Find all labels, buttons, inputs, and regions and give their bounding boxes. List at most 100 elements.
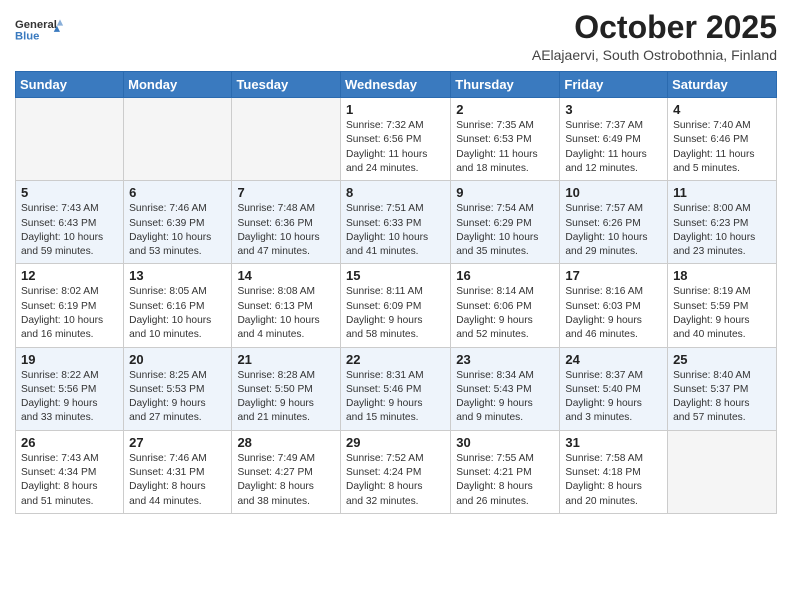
day-number: 7 — [237, 185, 335, 200]
day-number: 26 — [21, 435, 118, 450]
col-monday: Monday — [124, 72, 232, 98]
table-row: 19Sunrise: 8:22 AMSunset: 5:56 PMDayligh… — [16, 347, 124, 430]
logo-svg: General Blue — [15, 10, 65, 50]
day-info: Sunrise: 8:05 AMSunset: 6:16 PMDaylight:… — [129, 285, 226, 342]
table-row: 3Sunrise: 7:37 AMSunset: 6:49 PMDaylight… — [560, 98, 668, 181]
day-number: 1 — [346, 102, 445, 117]
table-row: 22Sunrise: 8:31 AMSunset: 5:46 PMDayligh… — [341, 347, 451, 430]
day-info: Sunrise: 8:31 AMSunset: 5:46 PMDaylight:… — [346, 369, 445, 426]
day-number: 8 — [346, 185, 445, 200]
calendar-week-row: 12 Sunrise: 8:02 AMSunset: 6:19 PMDayligh… — [16, 264, 777, 347]
day-info: Sunrise: 7:37 AMSunset: 6:49 PMDaylight:… — [565, 119, 662, 176]
day-number: 31 — [565, 435, 662, 450]
table-row: 17 Sunrise: 8:16 AMSunset: 6:03 PMDayligh… — [560, 264, 668, 347]
day-number: 23 — [456, 352, 554, 367]
title-area: October 2025 AElajaervi, South Ostroboth… — [532, 10, 777, 63]
table-row: 12 Sunrise: 8:02 AMSunset: 6:19 PMDayligh… — [16, 264, 124, 347]
day-info: Sunrise: 7:40 AMSunset: 6:46 PMDaylight:… — [673, 119, 771, 176]
day-info: Sunrise: 7:43 AMSunset: 4:34 PMDaylight:… — [21, 452, 118, 509]
day-info: Sunrise: 7:52 AMSunset: 4:24 PMDaylight:… — [346, 452, 445, 509]
day-number: 18 — [673, 268, 771, 283]
day-number: 17 — [565, 268, 662, 283]
day-number: 20 — [129, 352, 226, 367]
table-row: 16 Sunrise: 8:14 AMSunset: 6:06 PMDayligh… — [451, 264, 560, 347]
day-info: Sunrise: 7:54 AMSunset: 6:29 PMDaylight:… — [456, 202, 554, 259]
calendar-table: Sunday Monday Tuesday Wednesday Thursday… — [15, 71, 777, 514]
calendar-week-row: 26 Sunrise: 7:43 AMSunset: 4:34 PMDayligh… — [16, 430, 777, 513]
day-info: Sunrise: 7:57 AMSunset: 6:26 PMDaylight:… — [565, 202, 662, 259]
day-number: 5 — [21, 185, 118, 200]
table-row: 6 Sunrise: 7:46 AMSunset: 6:39 PMDaylight… — [124, 181, 232, 264]
day-info: Sunrise: 7:49 AMSunset: 4:27 PMDaylight:… — [237, 452, 335, 509]
month-title: October 2025 — [532, 10, 777, 45]
calendar-week-row: 19Sunrise: 8:22 AMSunset: 5:56 PMDayligh… — [16, 347, 777, 430]
col-tuesday: Tuesday — [232, 72, 341, 98]
table-row: 8 Sunrise: 7:51 AMSunset: 6:33 PMDaylight… — [341, 181, 451, 264]
table-row: 26 Sunrise: 7:43 AMSunset: 4:34 PMDayligh… — [16, 430, 124, 513]
table-row: 28 Sunrise: 7:49 AMSunset: 4:27 PMDayligh… — [232, 430, 341, 513]
subtitle: AElajaervi, South Ostrobothnia, Finland — [532, 47, 777, 63]
day-info: Sunrise: 7:35 AMSunset: 6:53 PMDaylight:… — [456, 119, 554, 176]
col-thursday: Thursday — [451, 72, 560, 98]
svg-text:General: General — [15, 19, 57, 31]
day-info: Sunrise: 8:00 AMSunset: 6:23 PMDaylight:… — [673, 202, 771, 259]
header: General Blue October 2025 AElajaervi, So… — [15, 10, 777, 63]
day-info: Sunrise: 7:43 AMSunset: 6:43 PMDaylight:… — [21, 202, 118, 259]
day-info: Sunrise: 8:40 AMSunset: 5:37 PMDaylight:… — [673, 369, 771, 426]
table-row: 25 Sunrise: 8:40 AMSunset: 5:37 PMDayligh… — [668, 347, 777, 430]
day-info: Sunrise: 7:48 AMSunset: 6:36 PMDaylight:… — [237, 202, 335, 259]
day-number: 2 — [456, 102, 554, 117]
col-sunday: Sunday — [16, 72, 124, 98]
col-wednesday: Wednesday — [341, 72, 451, 98]
table-row: 24Sunrise: 8:37 AMSunset: 5:40 PMDayligh… — [560, 347, 668, 430]
day-number: 6 — [129, 185, 226, 200]
day-number: 25 — [673, 352, 771, 367]
table-row: 21Sunrise: 8:28 AMSunset: 5:50 PMDayligh… — [232, 347, 341, 430]
day-info: Sunrise: 8:16 AMSunset: 6:03 PMDaylight:… — [565, 285, 662, 342]
day-number: 13 — [129, 268, 226, 283]
table-row — [232, 98, 341, 181]
day-info: Sunrise: 8:25 AMSunset: 5:53 PMDaylight:… — [129, 369, 226, 426]
day-info: Sunrise: 7:46 AMSunset: 6:39 PMDaylight:… — [129, 202, 226, 259]
day-info: Sunrise: 8:37 AMSunset: 5:40 PMDaylight:… — [565, 369, 662, 426]
table-row: 27Sunrise: 7:46 AMSunset: 4:31 PMDayligh… — [124, 430, 232, 513]
table-row: 23 Sunrise: 8:34 AMSunset: 5:43 PMDayligh… — [451, 347, 560, 430]
table-row: 11 Sunrise: 8:00 AMSunset: 6:23 PMDayligh… — [668, 181, 777, 264]
day-info: Sunrise: 8:34 AMSunset: 5:43 PMDaylight:… — [456, 369, 554, 426]
col-saturday: Saturday — [668, 72, 777, 98]
day-number: 12 — [21, 268, 118, 283]
page-container: General Blue October 2025 AElajaervi, So… — [0, 0, 792, 524]
table-row: 5 Sunrise: 7:43 AMSunset: 6:43 PMDaylight… — [16, 181, 124, 264]
logo: General Blue — [15, 10, 65, 50]
calendar-header-row: Sunday Monday Tuesday Wednesday Thursday… — [16, 72, 777, 98]
table-row: 31 Sunrise: 7:58 AMSunset: 4:18 PMDayligh… — [560, 430, 668, 513]
table-row: 20 Sunrise: 8:25 AMSunset: 5:53 PMDayligh… — [124, 347, 232, 430]
day-info: Sunrise: 7:32 AMSunset: 6:56 PMDaylight:… — [346, 119, 445, 176]
table-row: 15Sunrise: 8:11 AMSunset: 6:09 PMDayligh… — [341, 264, 451, 347]
day-number: 11 — [673, 185, 771, 200]
calendar-week-row: 1 Sunrise: 7:32 AMSunset: 6:56 PMDaylight… — [16, 98, 777, 181]
table-row: 18Sunrise: 8:19 AMSunset: 5:59 PMDayligh… — [668, 264, 777, 347]
table-row — [668, 430, 777, 513]
table-row — [16, 98, 124, 181]
table-row: 13 Sunrise: 8:05 AMSunset: 6:16 PMDayligh… — [124, 264, 232, 347]
day-number: 4 — [673, 102, 771, 117]
day-number: 19 — [21, 352, 118, 367]
svg-text:Blue: Blue — [15, 30, 39, 42]
day-number: 27 — [129, 435, 226, 450]
day-number: 28 — [237, 435, 335, 450]
day-info: Sunrise: 7:58 AMSunset: 4:18 PMDaylight:… — [565, 452, 662, 509]
day-number: 16 — [456, 268, 554, 283]
day-info: Sunrise: 7:55 AMSunset: 4:21 PMDaylight:… — [456, 452, 554, 509]
table-row: 30Sunrise: 7:55 AMSunset: 4:21 PMDayligh… — [451, 430, 560, 513]
day-info: Sunrise: 8:11 AMSunset: 6:09 PMDaylight:… — [346, 285, 445, 342]
col-friday: Friday — [560, 72, 668, 98]
day-info: Sunrise: 8:02 AMSunset: 6:19 PMDaylight:… — [21, 285, 118, 342]
table-row: 7 Sunrise: 7:48 AMSunset: 6:36 PMDaylight… — [232, 181, 341, 264]
day-info: Sunrise: 8:14 AMSunset: 6:06 PMDaylight:… — [456, 285, 554, 342]
day-info: Sunrise: 7:51 AMSunset: 6:33 PMDaylight:… — [346, 202, 445, 259]
day-number: 21 — [237, 352, 335, 367]
calendar-week-row: 5 Sunrise: 7:43 AMSunset: 6:43 PMDaylight… — [16, 181, 777, 264]
table-row — [124, 98, 232, 181]
day-number: 14 — [237, 268, 335, 283]
